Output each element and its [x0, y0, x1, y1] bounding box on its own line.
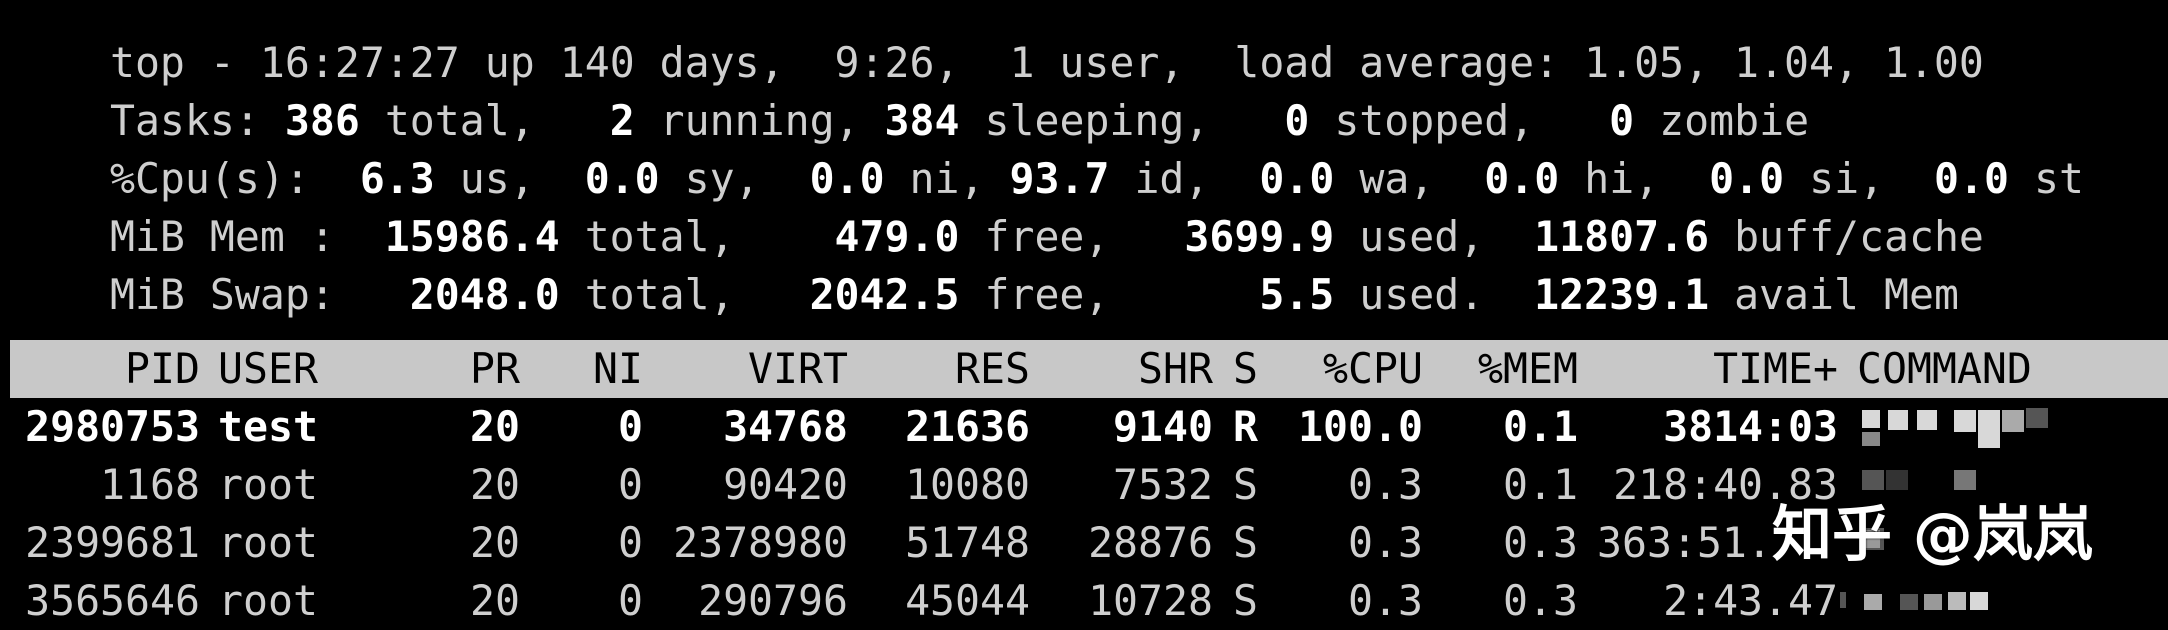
swap-avail-label: avail Mem — [1709, 270, 1959, 319]
row-pid: 1168 — [100, 460, 200, 509]
row-virt: 34768 — [723, 402, 848, 451]
row-time: 3814:03 — [1663, 402, 1838, 451]
col-mem: %MEM — [1478, 344, 1578, 393]
row-ni: 0 — [618, 460, 643, 509]
redacted-command-cell — [1840, 578, 2060, 626]
row-pr: 20 — [470, 518, 520, 567]
row-ni: 0 — [618, 518, 643, 567]
row-ni: 0 — [618, 402, 643, 451]
row-virt: 290796 — [698, 576, 848, 625]
summary-tasks-line: Tasks: 386 total, 2 running, 384 sleepin… — [10, 58, 1809, 142]
zhihu-watermark: 知乎 @岚岚 — [1772, 500, 2093, 570]
row-shr: 28876 — [1088, 518, 1213, 567]
col-shr: SHR — [1138, 344, 1213, 393]
col-user: USER — [218, 344, 318, 393]
terminal[interactable]: top - 16:27:27 up 140 days, 9:26, 1 user… — [10, 0, 2168, 630]
row-mem: 0.3 — [1503, 518, 1578, 567]
row-cpu: 0.3 — [1348, 576, 1423, 625]
row-res: 10080 — [905, 460, 1030, 509]
swap-used-label: used. — [1334, 270, 1485, 319]
row-user: root — [218, 576, 318, 625]
row-shr: 9140 — [1113, 402, 1213, 451]
row-res: 45044 — [905, 576, 1030, 625]
col-pr: PR — [470, 344, 520, 393]
swap-used: 5.5 — [1109, 270, 1335, 319]
row-cpu: 0.3 — [1348, 518, 1423, 567]
row-state: S — [1233, 518, 1258, 567]
process-table-header: PID USER PR NI VIRT RES SHR S %CPU %MEM … — [10, 340, 2168, 398]
row-mem: 0.1 — [1503, 460, 1578, 509]
row-mem: 0.1 — [1503, 402, 1578, 451]
row-state: R — [1233, 402, 1258, 451]
col-command: COMMAND — [1857, 344, 2032, 393]
col-s: S — [1233, 344, 1258, 393]
row-pid: 2980753 — [25, 402, 200, 451]
row-pr: 20 — [470, 576, 520, 625]
row-pid: 2399681 — [25, 518, 200, 567]
row-pr: 20 — [470, 460, 520, 509]
swap-total-label: total, — [559, 270, 735, 319]
col-pid: PID — [125, 344, 200, 393]
row-state: S — [1233, 460, 1258, 509]
row-user: root — [218, 460, 318, 509]
summary-mem-line: MiB Mem : 15986.4 total, 479.0 free, 369… — [10, 174, 1984, 258]
redacted-command-cell — [1862, 404, 2062, 452]
col-virt: VIRT — [748, 344, 848, 393]
cpu-st-label: st — [2009, 154, 2084, 203]
col-ni: NI — [593, 344, 643, 393]
row-cpu: 0.3 — [1348, 460, 1423, 509]
swap-total: 2048.0 — [359, 270, 560, 319]
row-mem: 0.3 — [1503, 576, 1578, 625]
row-shr: 7532 — [1113, 460, 1213, 509]
row-user: root — [218, 518, 318, 567]
row-res: 51748 — [905, 518, 1030, 567]
col-time: TIME+ — [1713, 344, 1838, 393]
row-ni: 0 — [618, 576, 643, 625]
summary-swap-line: MiB Swap: 2048.0 total, 2042.5 free, 5.5… — [10, 232, 1959, 316]
swap-avail: 12239.1 — [1484, 270, 1710, 319]
row-virt: 90420 — [723, 460, 848, 509]
summary-cpu-line: %Cpu(s): 6.3 us, 0.0 sy, 0.0 ni, 93.7 id… — [10, 116, 2084, 200]
col-cpu: %CPU — [1323, 344, 1423, 393]
row-shr: 10728 — [1088, 576, 1213, 625]
row-state: S — [1233, 576, 1258, 625]
row-pr: 20 — [470, 402, 520, 451]
row-cpu: 100.0 — [1298, 402, 1423, 451]
swap-free: 2042.5 — [734, 270, 960, 319]
summary-uptime-line: top - 16:27:27 up 140 days, 9:26, 1 user… — [10, 0, 1984, 84]
row-pid: 3565646 — [25, 576, 200, 625]
table-row[interactable]: 2980753 test 20 0 34768 21636 9140 R 100… — [10, 398, 2168, 456]
row-time: 2:43.47 — [1663, 576, 1838, 625]
row-user: test — [218, 402, 318, 451]
swap-free-label: free, — [959, 270, 1110, 319]
col-res: RES — [955, 344, 1030, 393]
swap-label: MiB Swap: — [109, 270, 360, 319]
row-time: 363:51. — [1597, 518, 1772, 567]
row-res: 21636 — [905, 402, 1030, 451]
row-virt: 2378980 — [673, 518, 848, 567]
